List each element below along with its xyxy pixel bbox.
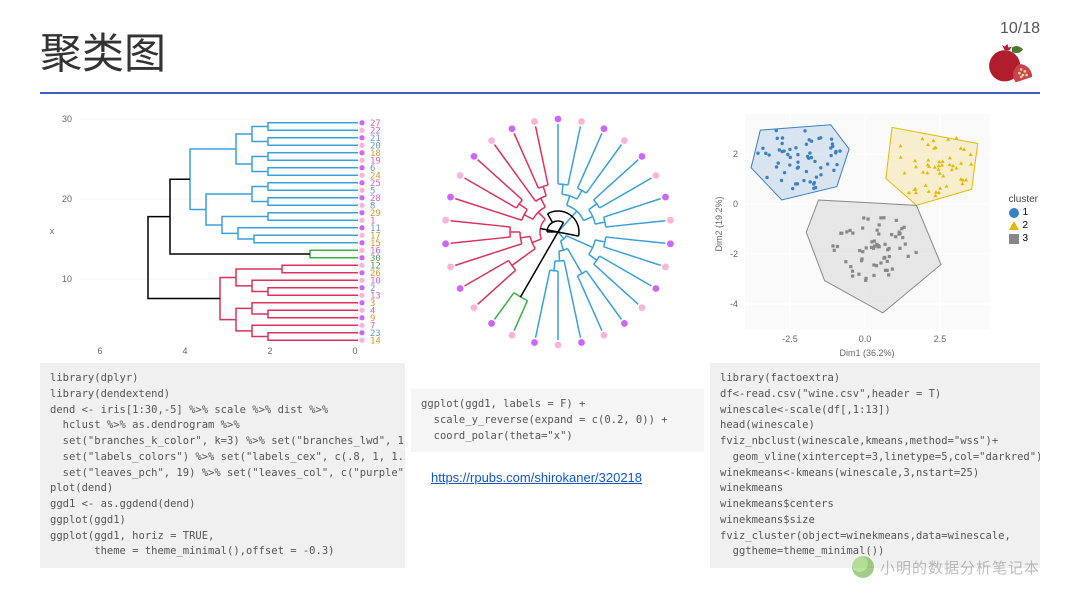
svg-text:-2.5: -2.5 bbox=[782, 334, 798, 344]
svg-text:x: x bbox=[50, 226, 55, 236]
svg-text:-4: -4 bbox=[730, 299, 738, 309]
scatter-legend: cluster 123 bbox=[1009, 194, 1038, 246]
pomegranate-icon bbox=[984, 42, 1040, 86]
svg-text:10: 10 bbox=[62, 274, 72, 284]
dendrogram-horizontal-chart: 30 20 10 x 6 4 2 0 272221201819624255288… bbox=[40, 104, 405, 359]
svg-text:20: 20 bbox=[62, 194, 72, 204]
watermark-text: 小明的数据分析笔记本 bbox=[880, 557, 1040, 578]
wechat-icon bbox=[852, 556, 874, 578]
watermark: 小明的数据分析笔记本 bbox=[852, 556, 1040, 578]
code-block-2: ggplot(ggd1, labels = F) + scale_y_rever… bbox=[411, 389, 704, 452]
svg-text:0.0: 0.0 bbox=[859, 334, 872, 344]
page-number: 10/18 bbox=[1000, 20, 1040, 38]
code-block-3: library(factoextra) df<-read.csv("wine.c… bbox=[710, 363, 1040, 568]
svg-text:14: 14 bbox=[370, 336, 381, 346]
svg-text:Dim2 (19.2%): Dim2 (19.2%) bbox=[714, 196, 724, 251]
svg-text:30: 30 bbox=[62, 114, 72, 124]
svg-text:0: 0 bbox=[733, 199, 738, 209]
svg-text:0: 0 bbox=[352, 346, 357, 356]
cluster-scatter-chart: -2.5 0.0 2.5 -4 -2 0 2 Dim1 (36.2%) Dim2… bbox=[710, 104, 1040, 359]
slide-title: 聚类图 bbox=[40, 20, 166, 81]
svg-text:2: 2 bbox=[733, 149, 738, 159]
svg-text:2.5: 2.5 bbox=[934, 334, 947, 344]
svg-text:4: 4 bbox=[182, 346, 187, 356]
svg-text:6: 6 bbox=[97, 346, 102, 356]
title-divider bbox=[40, 92, 1040, 94]
dendrogram-circular-chart bbox=[411, 104, 704, 359]
code-block-1: library(dplyr) library(dendextend) dend … bbox=[40, 363, 405, 568]
svg-text:Dim1 (36.2%): Dim1 (36.2%) bbox=[839, 348, 894, 358]
svg-text:-2: -2 bbox=[730, 249, 738, 259]
source-link[interactable]: https://rpubs.com/shirokaner/320218 bbox=[431, 470, 704, 485]
svg-text:2: 2 bbox=[267, 346, 272, 356]
